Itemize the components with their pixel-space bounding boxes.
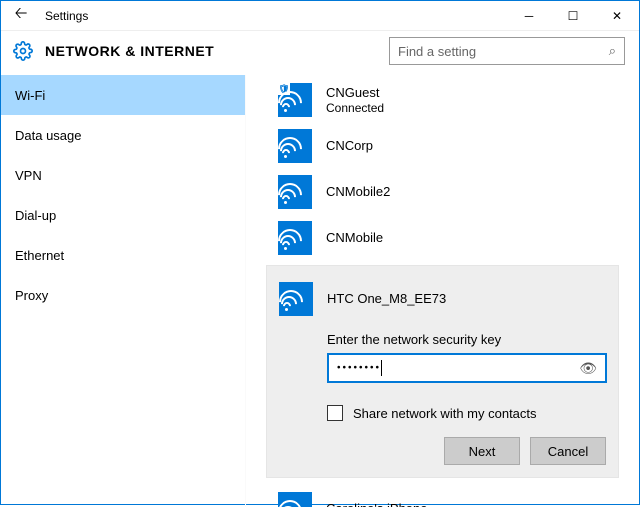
- close-button[interactable]: ✕: [595, 1, 639, 31]
- content: Wi-Fi Data usage VPN Dial-up Ethernet Pr…: [1, 75, 639, 507]
- sidebar-item-label: Data usage: [15, 128, 82, 143]
- share-row[interactable]: Share network with my contacts: [327, 405, 606, 421]
- next-button[interactable]: Next: [444, 437, 520, 465]
- password-prompt: Enter the network security key: [327, 332, 606, 347]
- network-item[interactable]: CNMobile2: [246, 169, 639, 215]
- network-item-selected[interactable]: HTC One_M8_EE73: [279, 276, 606, 322]
- reveal-password-icon[interactable]: 👁: [579, 360, 597, 377]
- wifi-icon: 🛡: [278, 83, 312, 117]
- network-name: HTC One_M8_EE73: [327, 291, 446, 307]
- header: NETWORK & INTERNET Find a setting ⌕: [1, 31, 639, 75]
- main-panel: 🛡 CNGuest Connected CNCorp CNMobile2 CNM…: [246, 75, 639, 507]
- wifi-icon: [278, 221, 312, 255]
- cancel-button[interactable]: Cancel: [530, 437, 606, 465]
- gear-icon: [11, 39, 35, 63]
- password-mask: ••••••••: [337, 360, 579, 376]
- search-input[interactable]: Find a setting ⌕: [389, 37, 625, 65]
- titlebar: 🡠 Settings ─ ☐ ✕: [1, 1, 639, 31]
- sidebar-item-label: Proxy: [15, 288, 48, 303]
- search-placeholder: Find a setting: [398, 44, 609, 59]
- sidebar-item-dialup[interactable]: Dial-up: [1, 195, 245, 235]
- window-controls: ─ ☐ ✕: [507, 1, 639, 31]
- sidebar-item-ethernet[interactable]: Ethernet: [1, 235, 245, 275]
- back-button[interactable]: 🡠: [1, 2, 41, 29]
- wifi-icon: [278, 175, 312, 209]
- sidebar-item-proxy[interactable]: Proxy: [1, 275, 245, 315]
- sidebar-item-label: Wi-Fi: [15, 88, 45, 103]
- network-item[interactable]: 🛡 CNGuest Connected: [246, 77, 639, 123]
- network-name: CNMobile2: [326, 184, 390, 200]
- share-label: Share network with my contacts: [353, 406, 537, 421]
- network-name: CNGuest: [326, 85, 384, 101]
- page-title: NETWORK & INTERNET: [45, 43, 389, 59]
- search-icon: ⌕: [609, 43, 616, 59]
- window-title: Settings: [41, 9, 507, 23]
- wifi-icon: [279, 282, 313, 316]
- maximize-button[interactable]: ☐: [551, 1, 595, 31]
- minimize-button[interactable]: ─: [507, 1, 551, 31]
- sidebar-item-data-usage[interactable]: Data usage: [1, 115, 245, 155]
- sidebar-item-vpn[interactable]: VPN: [1, 155, 245, 195]
- network-item[interactable]: Caroline's iPhone: [246, 486, 639, 507]
- sidebar-item-wifi[interactable]: Wi-Fi: [1, 75, 245, 115]
- network-name: CNMobile: [326, 230, 383, 246]
- wifi-icon: [278, 129, 312, 163]
- password-input[interactable]: •••••••• 👁: [327, 353, 607, 383]
- network-status: Connected: [326, 101, 384, 115]
- network-item[interactable]: CNCorp: [246, 123, 639, 169]
- network-item[interactable]: CNMobile: [246, 215, 639, 261]
- connect-panel: HTC One_M8_EE73 Enter the network securi…: [266, 265, 619, 478]
- network-name: CNCorp: [326, 138, 373, 154]
- network-name: Caroline's iPhone: [326, 501, 428, 507]
- sidebar-item-label: VPN: [15, 168, 42, 183]
- sidebar-item-label: Dial-up: [15, 208, 56, 223]
- sidebar-item-label: Ethernet: [15, 248, 64, 263]
- share-checkbox[interactable]: [327, 405, 343, 421]
- sidebar: Wi-Fi Data usage VPN Dial-up Ethernet Pr…: [1, 75, 246, 507]
